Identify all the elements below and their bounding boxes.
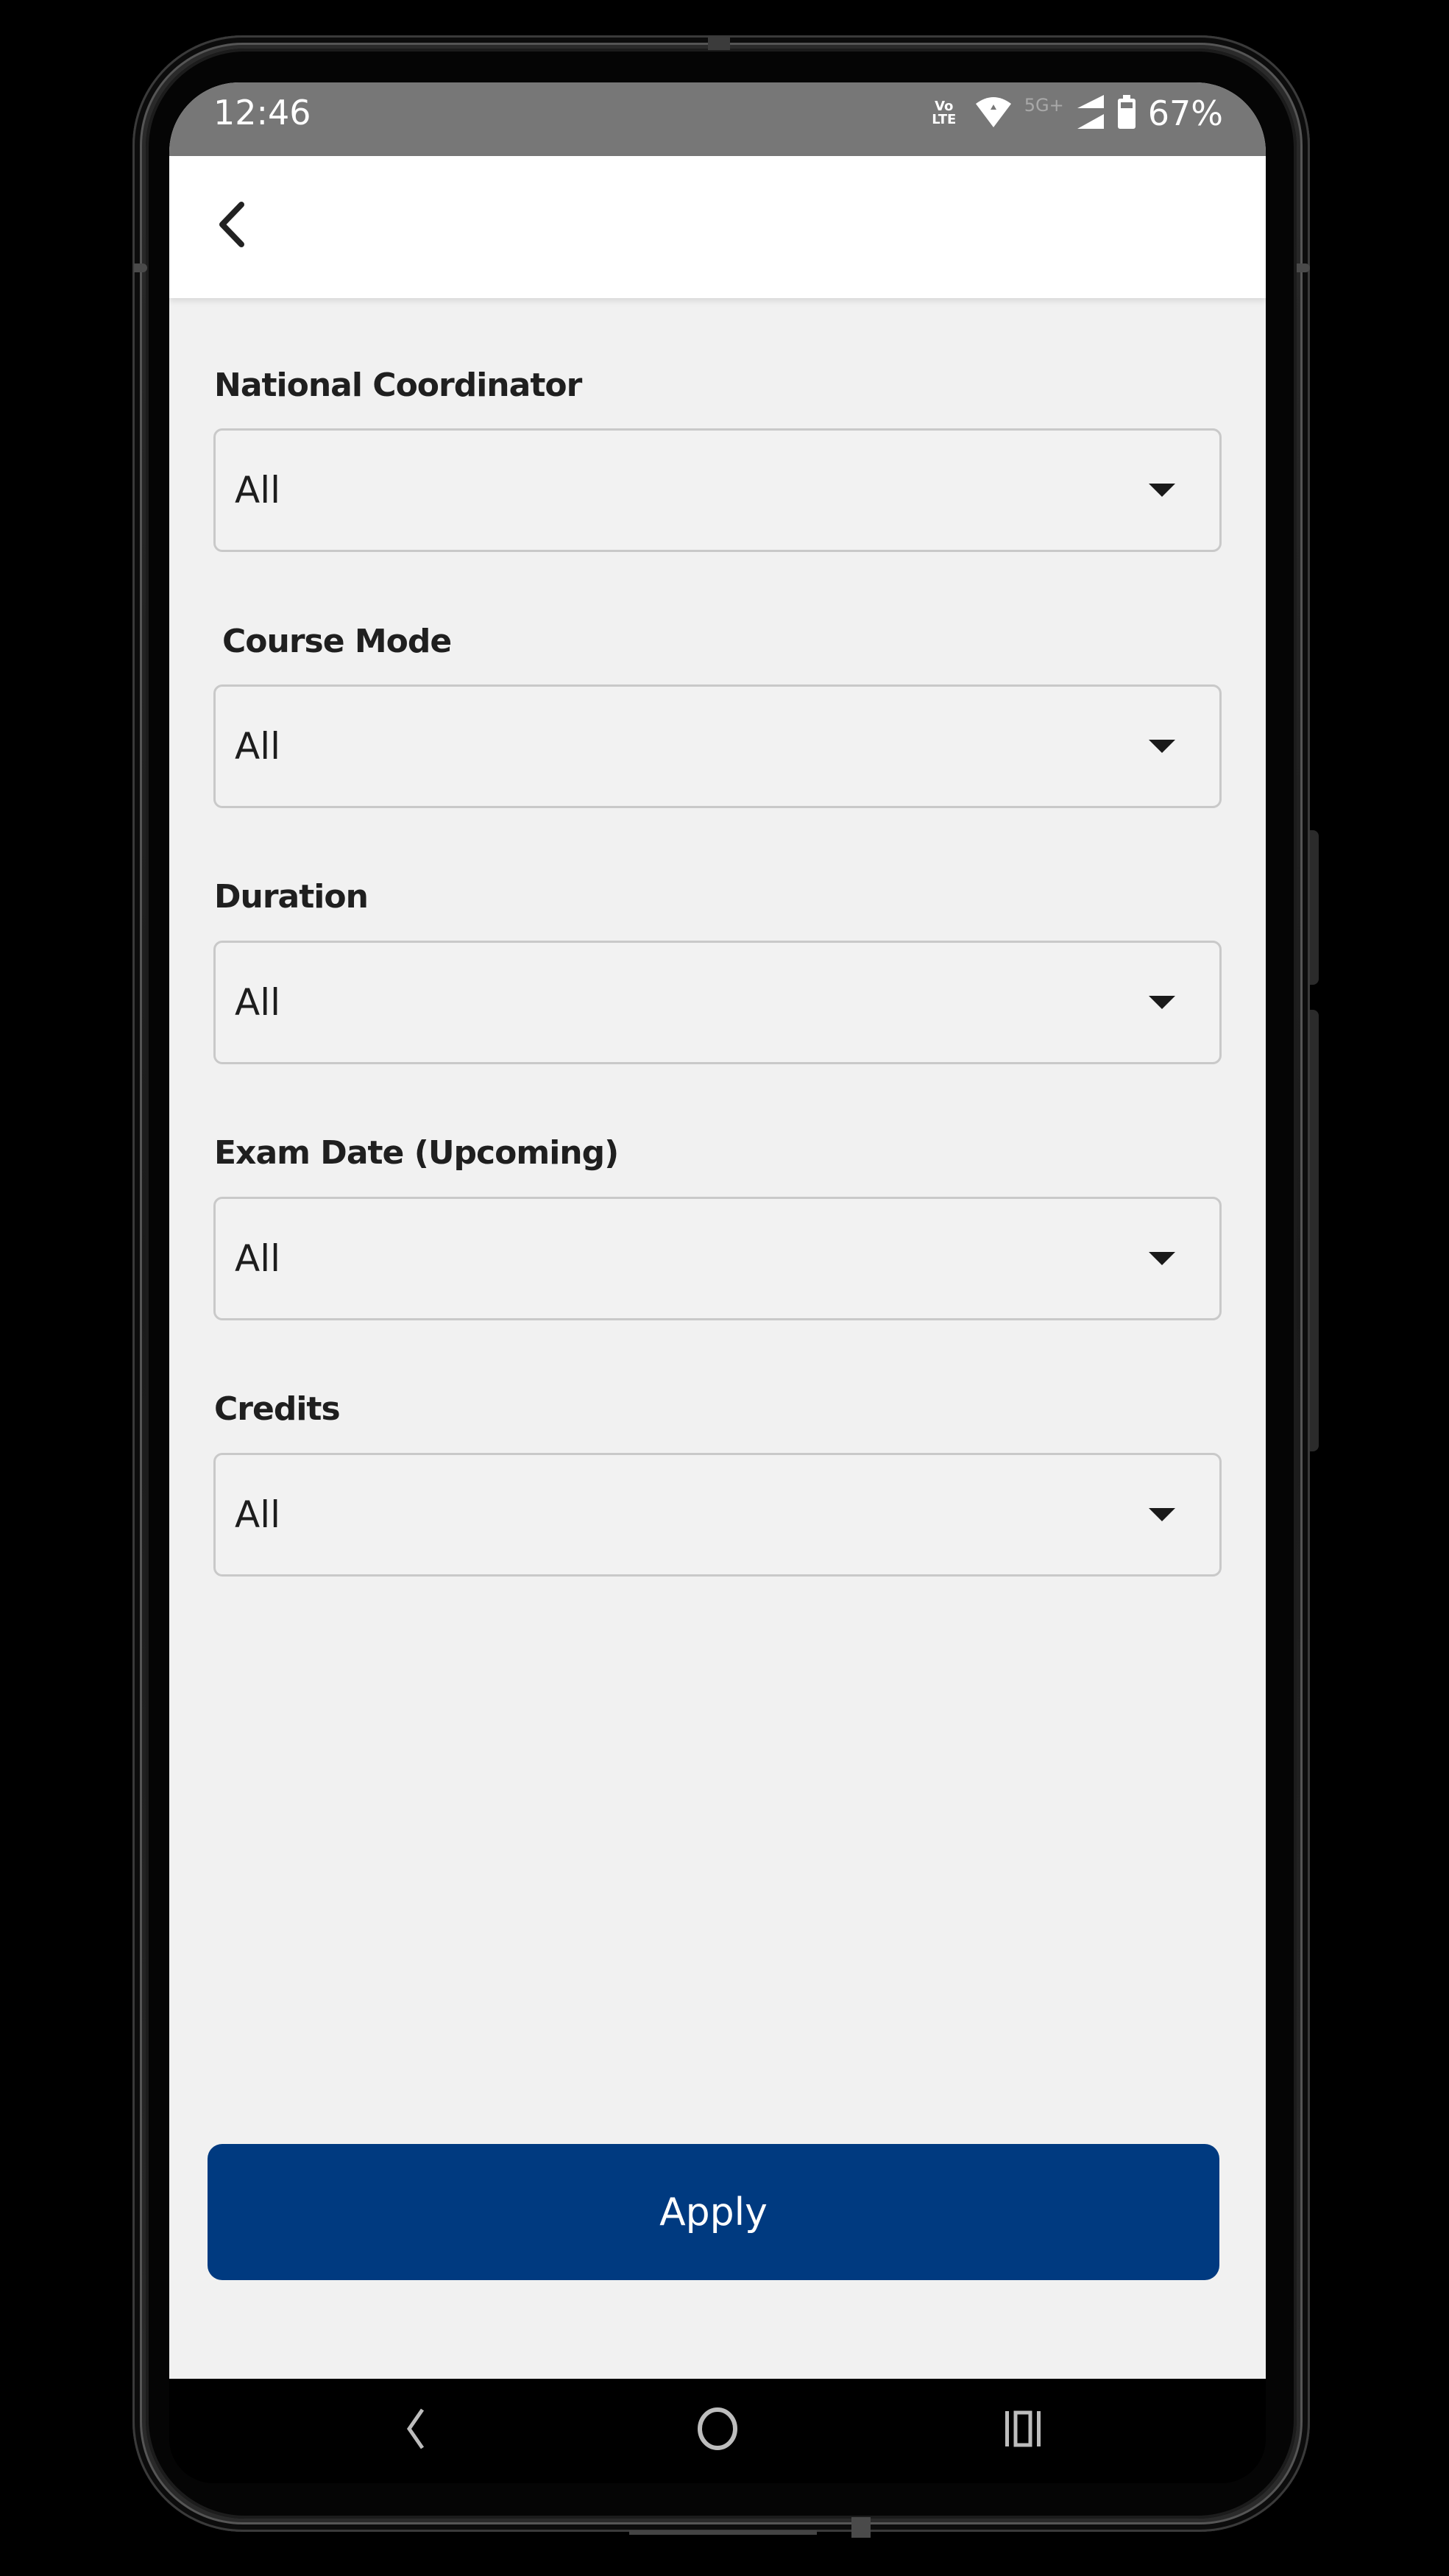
nav-recents-button[interactable] bbox=[990, 2401, 1056, 2460]
screen: 12:46 Vo LTE 5G+ 67% National Coordinato… bbox=[169, 82, 1266, 2379]
status-icons: Vo LTE 5G+ 67% bbox=[926, 91, 1223, 135]
caret-down-icon bbox=[1149, 996, 1175, 1009]
dropdown-value: All bbox=[235, 1237, 280, 1280]
dropdown-value: All bbox=[235, 981, 280, 1024]
phone-power-button bbox=[1310, 1010, 1319, 1451]
status-time: 12:46 bbox=[213, 93, 311, 132]
dropdown-value: All bbox=[235, 725, 280, 768]
recents-icon bbox=[1001, 2408, 1045, 2452]
apply-button[interactable]: Apply bbox=[208, 2144, 1219, 2280]
battery-icon bbox=[1117, 94, 1136, 132]
dropdown-credits[interactable]: All bbox=[213, 1453, 1222, 1577]
nav-back-button[interactable] bbox=[383, 2401, 449, 2460]
nav-home-button[interactable] bbox=[684, 2401, 751, 2460]
dropdown-course-mode[interactable]: All bbox=[213, 684, 1222, 808]
phone-side-tick-left bbox=[134, 263, 147, 272]
caret-down-icon bbox=[1149, 740, 1175, 753]
phone-side-tick bbox=[1297, 263, 1310, 272]
network-type: 5G+ bbox=[1024, 95, 1064, 116]
caret-down-icon bbox=[1149, 1252, 1175, 1265]
phone-top-sensor bbox=[708, 35, 730, 50]
label-course-mode: Course Mode bbox=[222, 623, 452, 660]
back-icon bbox=[405, 2407, 427, 2454]
volte-bottom-text: LTE bbox=[932, 112, 957, 127]
label-credits: Credits bbox=[214, 1390, 341, 1428]
dropdown-value: All bbox=[235, 1493, 280, 1536]
wifi-icon bbox=[974, 95, 1013, 132]
caret-down-icon bbox=[1149, 1508, 1175, 1521]
home-icon bbox=[697, 2407, 738, 2454]
label-national-coordinator: National Coordinator bbox=[214, 367, 582, 404]
chevron-left-icon bbox=[213, 199, 250, 253]
phone-speaker-slot bbox=[629, 2530, 817, 2535]
dropdown-duration[interactable]: All bbox=[213, 941, 1222, 1064]
dropdown-national-coordinator[interactable]: All bbox=[213, 428, 1222, 552]
system-nav-bar bbox=[169, 2379, 1266, 2483]
dropdown-exam-date[interactable]: All bbox=[213, 1197, 1222, 1320]
app-bar bbox=[169, 156, 1266, 298]
label-exam-date: Exam Date (Upcoming) bbox=[214, 1134, 619, 1172]
battery-percent: 67% bbox=[1147, 93, 1223, 133]
caret-down-icon bbox=[1149, 484, 1175, 497]
label-duration: Duration bbox=[214, 878, 369, 916]
phone-bottom-tick bbox=[851, 2517, 871, 2538]
dropdown-value: All bbox=[235, 469, 280, 512]
signal-icon bbox=[1076, 93, 1105, 133]
volte-icon: Vo LTE bbox=[926, 100, 963, 127]
back-button[interactable] bbox=[199, 193, 265, 259]
status-bar: 12:46 Vo LTE 5G+ 67% bbox=[169, 82, 1266, 156]
phone-volume-button bbox=[1310, 830, 1319, 985]
